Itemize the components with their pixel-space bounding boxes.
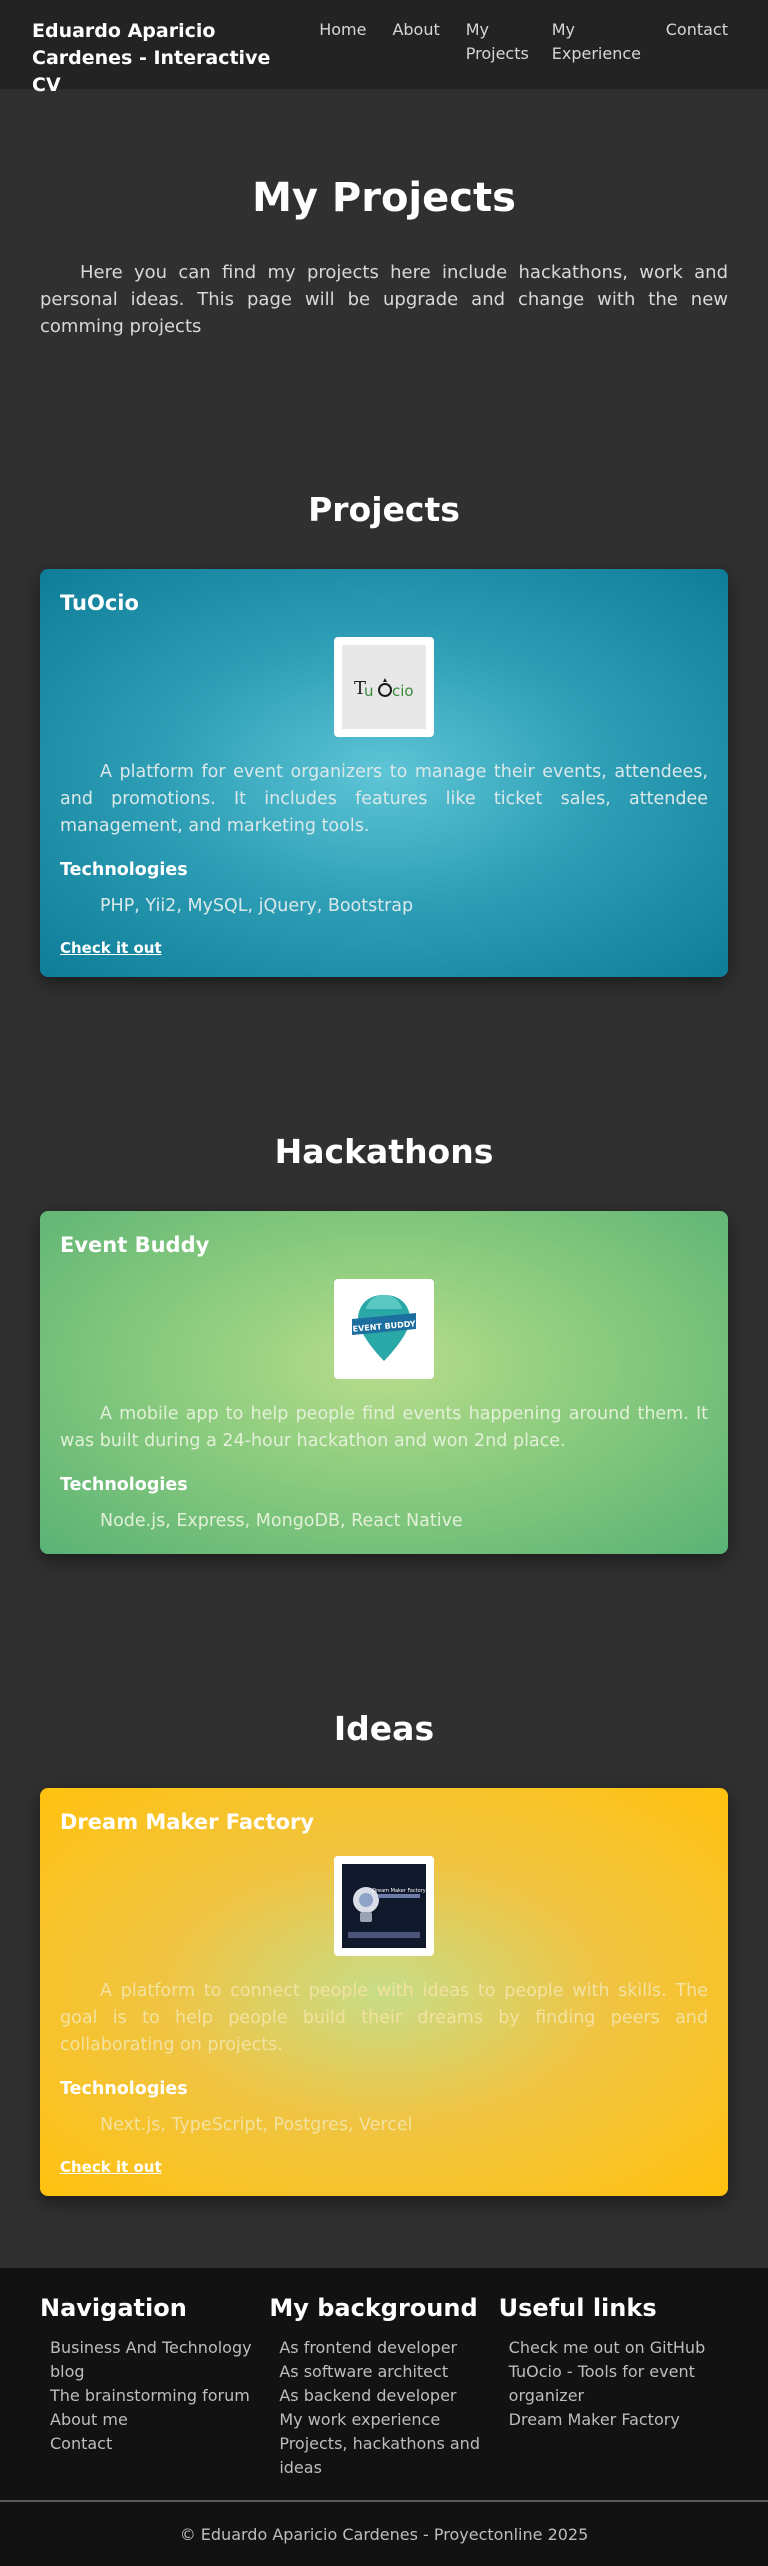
tech-heading: Technologies <box>60 1475 188 1495</box>
footer-col-title: Navigation <box>40 2294 187 2322</box>
section-title-projects: Projects <box>308 490 460 529</box>
footer-link[interactable]: Projects, hackathons and ideas <box>279 2432 498 2480</box>
nav-my-projects[interactable]: My Projects <box>466 18 529 66</box>
page-intro: Here you can find my projects here inclu… <box>40 262 728 337</box>
svg-text:cio: cio <box>392 682 414 700</box>
tech-list: Next.js, TypeScript, Postgres, Vercel <box>100 2115 413 2135</box>
main-nav: Home About My Projects My Experience Con… <box>319 18 754 66</box>
copyright: © Eduardo Aparicio Cardenes - Proyectonl… <box>0 2500 768 2566</box>
tech-heading: Technologies <box>60 860 188 880</box>
page-title: My Projects <box>252 175 516 221</box>
footer-link[interactable]: Dream Maker Factory <box>509 2408 728 2432</box>
ideas-section: Ideas Dream Maker Factory Dream Maker Fa… <box>0 1554 768 2196</box>
event-buddy-pin-icon: EVENT BUDDY <box>352 1295 416 1361</box>
footer-link[interactable]: Business And Technology blog <box>50 2336 269 2384</box>
project-card-tuocio: TuOcio T u cio A platform for event orga… <box>40 569 728 977</box>
site-header: Eduardo Aparicio Cardenes - Interactive … <box>0 0 768 96</box>
footer-link[interactable]: Check me out on GitHub <box>509 2336 728 2360</box>
lightbulb-icon: Dream Maker Factory <box>348 1887 426 1938</box>
card-title: TuOcio <box>60 591 139 615</box>
tuocio-logo: T u cio <box>334 637 434 737</box>
nav-contact[interactable]: Contact <box>666 18 728 66</box>
footer-col-title: Useful links <box>498 2294 657 2322</box>
idea-card-dream-maker-factory: Dream Maker Factory Dream Maker Factory … <box>40 1788 728 2196</box>
footer-col-background: My background As frontend developer As s… <box>269 2294 498 2480</box>
card-title: Event Buddy <box>60 1233 210 1257</box>
nav-my-experience[interactable]: My Experience <box>552 18 641 66</box>
footer-link[interactable]: About me <box>50 2408 269 2432</box>
card-title: Dream Maker Factory <box>60 1810 315 1834</box>
card-description: A mobile app to help people find events … <box>60 1404 708 1451</box>
footer-col-useful-links: Useful links Check me out on GitHub TuOc… <box>499 2294 728 2480</box>
footer-link[interactable]: Contact <box>50 2432 269 2456</box>
hackathon-card-event-buddy: Event Buddy EVENT BUDDY A mobile app to … <box>40 1211 728 1554</box>
footer-link[interactable]: As backend developer <box>279 2384 498 2408</box>
dream-maker-factory-logo: Dream Maker Factory <box>334 1856 434 1956</box>
footer-col-navigation: Navigation Business And Technology blog … <box>40 2294 269 2480</box>
dream-maker-logo-text: Dream Maker Factory <box>372 1888 426 1894</box>
event-buddy-logo: EVENT BUDDY <box>334 1279 434 1379</box>
site-brand[interactable]: Eduardo Aparicio Cardenes - Interactive … <box>32 18 291 99</box>
site-footer: Navigation Business And Technology blog … <box>0 2268 768 2500</box>
svg-text:u: u <box>364 682 374 700</box>
footer-col-title: My background <box>269 2294 478 2322</box>
nav-home[interactable]: Home <box>319 18 366 66</box>
tech-list: PHP, Yii2, MySQL, jQuery, Bootstrap <box>100 896 414 916</box>
hero-section: My Projects Here you can find my project… <box>0 90 768 340</box>
footer-link[interactable]: As software architect <box>279 2360 498 2384</box>
check-it-out-link[interactable]: Check it out <box>60 939 162 957</box>
section-title-ideas: Ideas <box>333 1709 435 1748</box>
card-description: A platform for event organizers to manag… <box>60 762 708 836</box>
card-description: A platform to connect people with ideas … <box>60 1981 708 2055</box>
section-title-hackathons: Hackathons <box>274 1132 494 1171</box>
nav-about[interactable]: About <box>392 18 439 66</box>
footer-link[interactable]: TuOcio - Tools for event organizer <box>509 2360 728 2408</box>
footer-link[interactable]: As frontend developer <box>279 2336 498 2360</box>
tech-heading: Technologies <box>60 2079 188 2099</box>
tech-list: Node.js, Express, MongoDB, React Native <box>100 1511 463 1531</box>
footer-link[interactable]: My work experience <box>279 2408 498 2432</box>
footer-link[interactable]: The brainstorming forum <box>50 2384 269 2408</box>
hackathons-section: Hackathons Event Buddy EVENT BUDDY A mob… <box>0 977 768 1554</box>
tuocio-logo-icon: T u cio <box>354 678 414 700</box>
check-it-out-link[interactable]: Check it out <box>60 2158 162 2176</box>
projects-section: Projects TuOcio T u cio A platform for e… <box>0 340 768 977</box>
